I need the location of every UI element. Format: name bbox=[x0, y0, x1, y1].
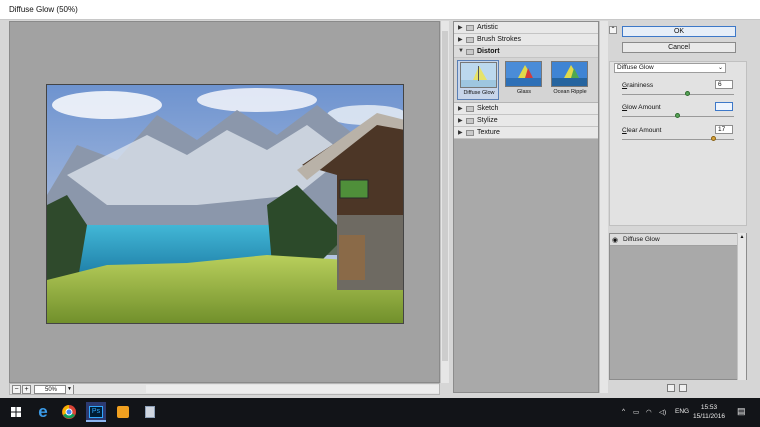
cancel-button[interactable]: Cancel bbox=[622, 42, 736, 53]
preview-image bbox=[46, 84, 404, 324]
preview-horizontal-scrollbar[interactable] bbox=[146, 385, 439, 393]
category-label: Distort bbox=[477, 48, 500, 55]
filter-label: Diffuse Glow bbox=[463, 90, 495, 96]
filter-select-value: Diffuse Glow bbox=[617, 64, 654, 71]
graininess-label: Graininess bbox=[622, 82, 654, 89]
system-clock[interactable]: 15:53 15/11/2016 bbox=[690, 403, 728, 421]
category-brush-strokes[interactable]: ▶ Brush Strokes bbox=[454, 34, 598, 46]
thumbnail-image bbox=[505, 61, 542, 87]
title-bar: Diffuse Glow (50%) bbox=[0, 0, 760, 20]
triangle-right-icon: ▶ bbox=[458, 118, 463, 124]
zoom-value: 50% bbox=[45, 387, 58, 393]
category-texture[interactable]: ▶ Texture bbox=[454, 127, 598, 139]
notifications-icon[interactable]: ▤ bbox=[737, 406, 746, 417]
chevron-up-icon: ⌃ bbox=[610, 27, 616, 33]
filter-thumb-diffuse-glow[interactable]: Diffuse Glow bbox=[457, 60, 499, 100]
zoom-out-button[interactable]: − bbox=[12, 385, 21, 394]
filter-select[interactable]: Diffuse Glow ⌄ bbox=[614, 63, 726, 73]
glow-amount-input[interactable] bbox=[715, 102, 733, 111]
folder-icon bbox=[466, 130, 474, 136]
folder-icon bbox=[466, 37, 474, 43]
battery-icon[interactable]: ▭ bbox=[633, 408, 639, 416]
clear-amount-label: Clear Amount bbox=[622, 127, 662, 134]
window-title: Diffuse Glow (50%) bbox=[9, 5, 78, 14]
effect-layer-label: Diffuse Glow bbox=[623, 236, 660, 243]
triangle-right-icon: ▶ bbox=[458, 37, 463, 43]
category-artistic[interactable]: ▶ Artistic bbox=[454, 22, 598, 34]
category-label: Sketch bbox=[477, 105, 499, 112]
chrome-browser-icon[interactable] bbox=[59, 402, 79, 422]
ok-button[interactable]: OK bbox=[622, 26, 736, 37]
filter-label: Glass bbox=[516, 89, 532, 95]
filter-thumb-glass[interactable]: Glass bbox=[503, 60, 545, 100]
filter-gallery: ▶ Artistic ▶ Brush Strokes ▼ Distort Dif… bbox=[453, 21, 599, 393]
delete-effect-layer-icon[interactable] bbox=[679, 384, 687, 392]
category-label: Artistic bbox=[477, 24, 498, 31]
clear-amount-slider[interactable] bbox=[622, 136, 734, 141]
folder-icon bbox=[466, 106, 474, 112]
language-indicator[interactable]: ENG bbox=[675, 408, 689, 415]
folder-icon bbox=[466, 118, 474, 124]
thumbnail-image bbox=[460, 62, 497, 88]
gallery-vertical-scrollbar[interactable] bbox=[599, 21, 608, 393]
category-label: Texture bbox=[477, 129, 500, 136]
preview-vertical-scrollbar[interactable] bbox=[440, 21, 449, 383]
collapse-gallery-button[interactable]: ⌃ bbox=[609, 26, 617, 34]
zoom-bar: − + 50% ▼ bbox=[9, 383, 440, 395]
wifi-icon[interactable]: ◠ bbox=[646, 408, 652, 416]
triangle-down-icon: ▼ bbox=[458, 48, 464, 54]
preview-area[interactable] bbox=[9, 21, 440, 383]
chevron-up-icon[interactable]: ^ bbox=[622, 408, 625, 415]
zoom-in-button[interactable]: + bbox=[22, 385, 31, 394]
eye-icon[interactable]: ◉ bbox=[612, 236, 618, 244]
category-label: Stylize bbox=[477, 117, 498, 124]
folder-icon bbox=[466, 25, 474, 31]
chevron-down-icon: ⌄ bbox=[717, 65, 723, 71]
filter-label: Ocean Ripple bbox=[553, 89, 587, 95]
effect-layer-row[interactable]: ◉ Diffuse Glow bbox=[610, 234, 738, 246]
triangle-right-icon: ▶ bbox=[458, 106, 463, 112]
filter-thumbnails: Diffuse Glow Glass Ocean Ripple bbox=[454, 58, 598, 103]
new-effect-layer-icon[interactable] bbox=[667, 384, 675, 392]
category-distort[interactable]: ▼ Distort bbox=[454, 46, 598, 58]
slider-knob[interactable] bbox=[674, 113, 680, 118]
filter-thumb-ocean-ripple[interactable]: Ocean Ripple bbox=[549, 60, 591, 100]
clear-amount-input[interactable]: 17 bbox=[715, 125, 733, 134]
triangle-right-icon: ▶ bbox=[458, 25, 463, 31]
edge-browser-icon[interactable]: e bbox=[33, 402, 53, 422]
glow-amount-slider[interactable] bbox=[622, 113, 734, 118]
slider-knob[interactable] bbox=[685, 91, 690, 96]
category-sketch[interactable]: ▶ Sketch bbox=[454, 103, 598, 115]
folder-icon bbox=[466, 49, 474, 55]
triangle-right-icon: ▶ bbox=[458, 130, 463, 136]
zoom-select[interactable]: 50% ▼ bbox=[34, 385, 74, 394]
layers-vertical-scrollbar[interactable]: ▲ bbox=[737, 233, 746, 380]
chevron-up-icon[interactable]: ▲ bbox=[738, 234, 746, 240]
chevron-down-icon: ▼ bbox=[65, 385, 73, 394]
file-explorer-icon[interactable] bbox=[140, 402, 160, 422]
glow-amount-label: Glow Amount bbox=[622, 104, 661, 111]
volume-icon[interactable]: ◁) bbox=[659, 408, 666, 416]
clock-date: 15/11/2016 bbox=[692, 413, 726, 420]
clock-time: 15:53 bbox=[700, 404, 718, 411]
thumbnail-image bbox=[551, 61, 588, 87]
category-stylize[interactable]: ▶ Stylize bbox=[454, 115, 598, 127]
media-player-icon[interactable] bbox=[113, 402, 133, 422]
photoshop-icon[interactable]: Ps bbox=[86, 402, 106, 422]
graininess-input[interactable]: 6 bbox=[715, 80, 733, 89]
category-label: Brush Strokes bbox=[477, 36, 521, 43]
taskbar: e Ps ^ ▭ ◠ ◁) ENG 15:53 15/11/2016 ▤ bbox=[0, 398, 760, 427]
graininess-slider[interactable] bbox=[622, 91, 734, 96]
windows-start-icon[interactable] bbox=[6, 402, 26, 422]
effect-layers-panel: ◉ Diffuse Glow bbox=[609, 233, 747, 380]
